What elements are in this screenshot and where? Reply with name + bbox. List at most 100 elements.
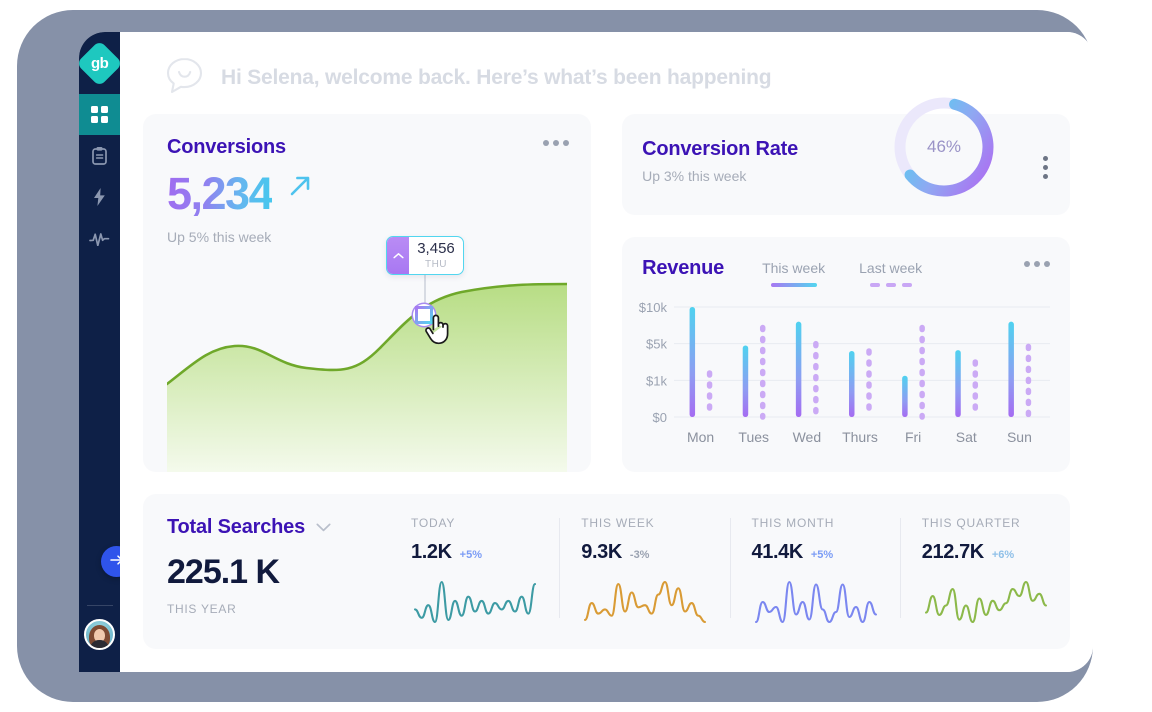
stat-list: TODAY 1.2K +5% THIS WEEK [389, 516, 1070, 649]
tooltip-body: 3,456 THU [409, 237, 463, 274]
total-searches-value: 225.1 K [167, 553, 389, 592]
sidebar-item-activity[interactable] [79, 217, 120, 258]
dash [870, 283, 880, 287]
stat-value-row: 1.2K +5% [411, 541, 559, 564]
conversions-subtitle: Up 5% this week [167, 229, 567, 245]
legend-label: Last week [859, 260, 922, 276]
tooltip-trend-block [387, 237, 409, 274]
conversion-rate-donut: 46% [890, 93, 998, 201]
svg-text:$1k: $1k [646, 373, 667, 388]
sidebar-item-reports[interactable] [79, 135, 120, 176]
stat-label: THIS WEEK [581, 516, 729, 530]
more-horizontal-icon-dot [1044, 261, 1050, 267]
conversions-title: Conversions [167, 136, 567, 159]
main-content: Hi Selena, welcome back. Here’s what’s b… [120, 32, 1093, 672]
svg-text:Thurs: Thurs [842, 429, 878, 445]
sidebar-nav [79, 94, 120, 258]
stat-label: THIS MONTH [752, 516, 900, 530]
sidebar-item-automations[interactable] [79, 176, 120, 217]
dashboard-right-column: Conversion Rate Up 3% this week [622, 114, 1070, 472]
stat-delta: +6% [992, 549, 1014, 561]
total-searches-period: THIS YEAR [167, 602, 389, 616]
more-horizontal-icon-dot [1024, 261, 1030, 267]
hand-cursor-icon [424, 312, 453, 351]
conversion-rate-card: Conversion Rate Up 3% this week [622, 114, 1070, 215]
tooltip-value: 3,456 [417, 241, 455, 256]
more-horizontal-icon-dot [543, 140, 549, 146]
conversions-tooltip: 3,456 THU [386, 236, 464, 275]
stat-value-row: 9.3K -3% [581, 541, 729, 564]
stat-value-row: 41.4K +5% [752, 541, 900, 564]
svg-text:$10k: $10k [639, 300, 668, 315]
pulse-icon [89, 230, 110, 246]
legend-item-last-week[interactable]: Last week [859, 260, 922, 287]
svg-text:$0: $0 [653, 410, 667, 425]
revenue-title: Revenue [642, 257, 724, 280]
svg-text:Fri: Fri [905, 429, 921, 445]
legend-solid-line-icon [771, 283, 817, 287]
revenue-header: Revenue This week Last week [642, 257, 1050, 287]
stat-label: TODAY [411, 516, 559, 530]
stat-value: 9.3K [581, 541, 622, 564]
stat-value-row: 212.7K +6% [922, 541, 1070, 564]
stat-value: 212.7K [922, 541, 984, 564]
svg-text:Mon: Mon [687, 429, 714, 445]
revenue-bar-chart: $0$1k$5k$10kMonTuesWedThursFriSatSun [636, 299, 1052, 459]
conversion-rate-menu-button[interactable] [1043, 156, 1048, 179]
revenue-legend: This week Last week [762, 257, 922, 287]
stat-item-this-quarter: THIS QUARTER 212.7K +6% [900, 516, 1070, 649]
stat-delta: -3% [630, 549, 650, 561]
sidebar-divider [87, 605, 113, 606]
sparkline-this-quarter [922, 578, 1070, 626]
clipboard-icon [91, 146, 108, 165]
sidebar-item-dashboard[interactable] [79, 94, 120, 135]
total-searches-summary: Total Searches 225.1 K THIS YEAR [167, 516, 389, 649]
chevron-up-icon [393, 247, 404, 265]
svg-text:Wed: Wed [793, 429, 822, 445]
total-searches-title-row[interactable]: Total Searches [167, 516, 389, 539]
more-horizontal-icon-dot [1034, 261, 1040, 267]
stat-value: 41.4K [752, 541, 803, 564]
legend-dashed-line-icon [868, 283, 914, 287]
logo-diamond-icon: gb [79, 40, 123, 87]
stat-delta: +5% [811, 549, 833, 561]
total-searches-title: Total Searches [167, 516, 305, 539]
sparkline-this-month [752, 578, 900, 626]
device-screen: gb [79, 32, 1093, 672]
conversion-rate-percent: 46% [890, 93, 998, 201]
chevron-down-icon[interactable] [316, 519, 331, 537]
more-vertical-icon-dot [1043, 156, 1048, 161]
logo-text: gb [91, 54, 108, 71]
more-vertical-icon-dot [1043, 165, 1048, 170]
app-logo[interactable]: gb [79, 32, 120, 94]
stat-label: THIS QUARTER [922, 516, 1070, 530]
tooltip-day: THU [425, 259, 447, 270]
avatar[interactable] [84, 619, 115, 650]
total-searches-card: Total Searches 225.1 K THIS YEAR [143, 494, 1070, 649]
more-horizontal-icon-dot [553, 140, 559, 146]
svg-text:Sat: Sat [956, 429, 977, 445]
more-horizontal-icon-dot [563, 140, 569, 146]
lightning-bolt-icon [92, 187, 107, 207]
legend-item-this-week[interactable]: This week [762, 260, 825, 287]
greeting-text: Hi Selena, welcome back. Here’s what’s b… [221, 66, 771, 90]
chat-bubble-smile-icon [164, 56, 205, 101]
dashboard-top-row: Conversions 5,234 [143, 114, 1070, 472]
device-frame: gb [17, 10, 1093, 702]
screenshot-root: gb [0, 0, 1152, 712]
revenue-card: Revenue This week Last week [622, 237, 1070, 472]
sparkline-this-week [581, 578, 729, 626]
more-vertical-icon-dot [1043, 174, 1048, 179]
stat-item-this-month: THIS MONTH 41.4K +5% [730, 516, 900, 649]
legend-label: This week [762, 260, 825, 276]
sparkline-today [411, 578, 559, 626]
svg-text:Tues: Tues [739, 429, 770, 445]
dash [886, 283, 896, 287]
conversions-menu-button[interactable] [543, 140, 569, 146]
conversions-value: 5,234 [167, 171, 272, 216]
stat-delta: +5% [460, 549, 482, 561]
revenue-menu-button[interactable] [1024, 261, 1050, 267]
svg-text:Sun: Sun [1007, 429, 1032, 445]
stat-value: 1.2K [411, 541, 452, 564]
stat-item-today: TODAY 1.2K +5% [389, 516, 559, 649]
